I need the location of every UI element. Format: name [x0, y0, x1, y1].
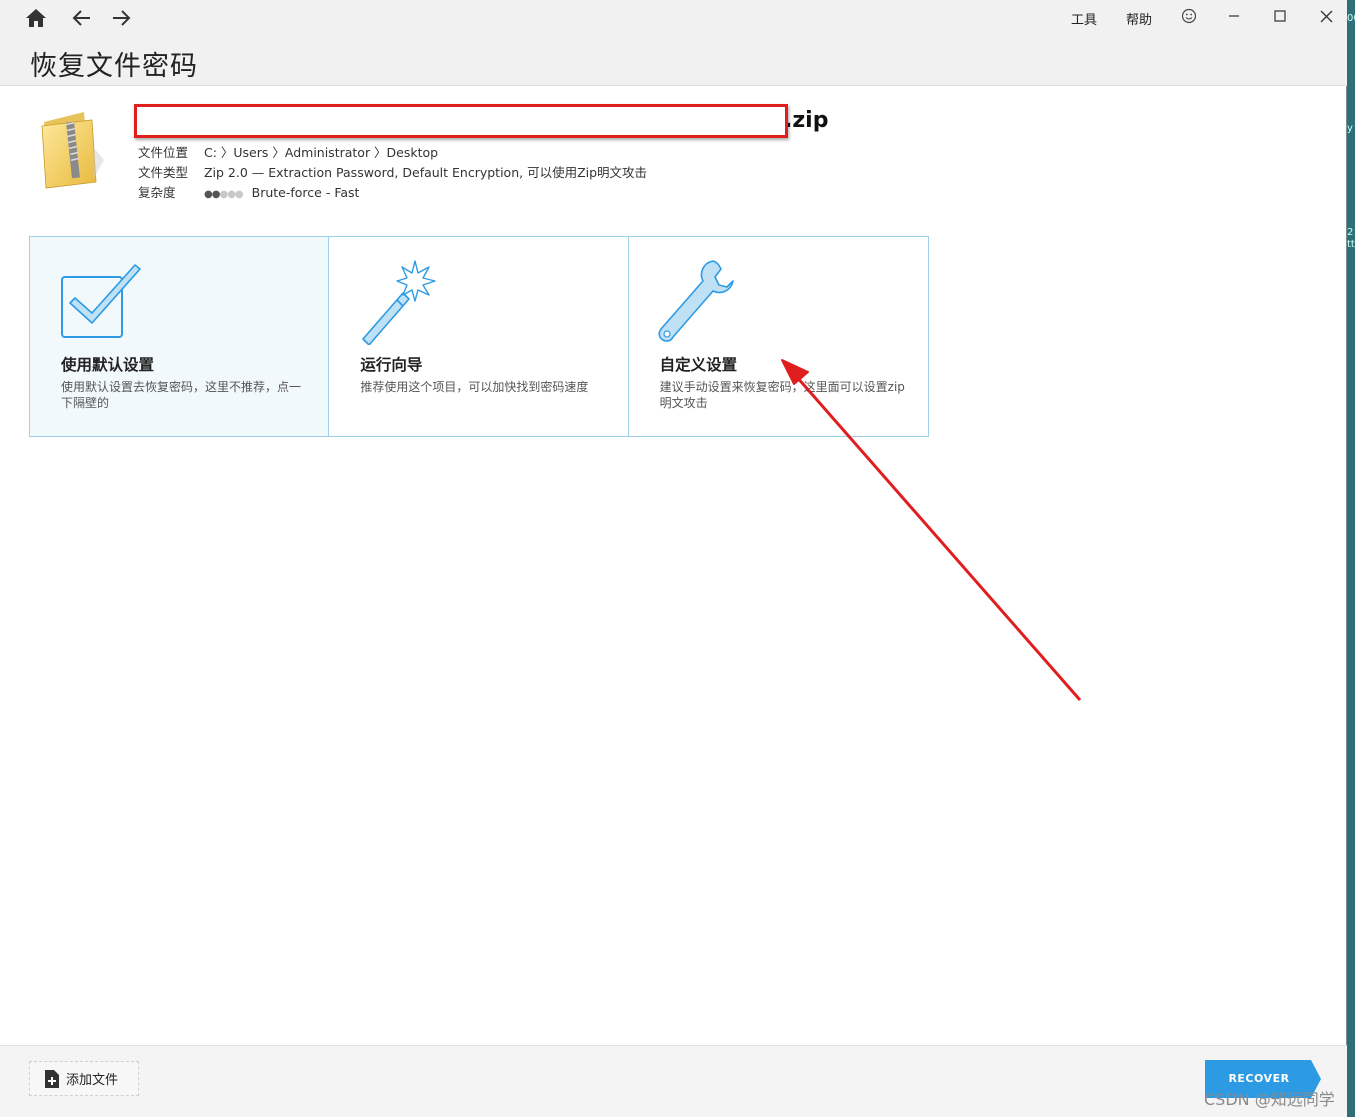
maximize-icon [1274, 10, 1286, 22]
option-title: 自定义设置 [659, 356, 738, 374]
option-custom-settings[interactable]: 自定义设置 建议手动设置来恢复密码，这里面可以设置zip明文攻击 [628, 237, 928, 436]
complexity-rating: ●●●●● [203, 189, 244, 200]
menu-tools[interactable]: 工具 [1071, 9, 1097, 28]
complexity-label: 复杂度 [138, 185, 176, 200]
smiley-icon [1181, 8, 1197, 24]
redaction-box [134, 104, 788, 138]
menu-help[interactable]: 帮助 [1126, 9, 1152, 28]
option-default-settings[interactable]: 使用默认设置 使用默认设置去恢复密码，这里不推荐，点一下隔壁的 [30, 237, 330, 436]
file-type-row: 文件类型 Zip 2.0 — Extraction Password, Defa… [138, 162, 647, 181]
file-location-label: 文件位置 [138, 145, 189, 160]
complexity-dot-empty: ● [227, 189, 236, 200]
add-file-label: 添加文件 [66, 1073, 119, 1088]
option-title: 使用默认设置 [61, 356, 155, 374]
complexity-dot-filled: ● [203, 189, 213, 200]
desktop-background: 00 y 2 tt [1347, 0, 1355, 1117]
option-description: 建议手动设置来恢复密码，这里面可以设置zip明文攻击 [659, 380, 905, 410]
magic-wand-icon [362, 260, 437, 345]
watermark: CSDN @知远同学 [1204, 1090, 1335, 1109]
minimize-icon [1229, 15, 1239, 17]
recovery-options: 使用默认设置 使用默认设置去恢复密码，这里不推荐，点一下隔壁的 运行向导 推荐使… [29, 236, 929, 437]
option-title: 运行向导 [360, 356, 423, 374]
home-icon [26, 9, 46, 27]
forward-button[interactable] [108, 6, 134, 30]
add-file-button[interactable]: 添加文件 [29, 1061, 139, 1096]
wrench-icon [658, 260, 734, 342]
checkbox-check-icon [61, 264, 141, 338]
minimize-button[interactable] [1219, 4, 1249, 28]
file-type-value: Zip 2.0 — Extraction Password, Default E… [203, 165, 648, 180]
file-info-panel: .zip 文件位置 C: 〉Users 〉Administrator 〉Desk… [0, 96, 900, 206]
file-name-row: .zip [134, 104, 854, 138]
title-bar: 恢复文件密码 工具 帮助 [0, 0, 1347, 86]
feedback-button[interactable] [1174, 4, 1204, 28]
option-description: 使用默认设置去恢复密码，这里不推荐，点一下隔壁的 [61, 380, 302, 410]
home-button[interactable] [23, 6, 49, 30]
page-title: 恢复文件密码 [30, 51, 198, 82]
back-button[interactable] [69, 6, 95, 30]
option-run-wizard[interactable]: 运行向导 推荐使用这个项目，可以加快找到密码速度 [329, 237, 629, 436]
arrow-left-icon [72, 10, 90, 26]
arrow-right-icon [113, 10, 131, 26]
add-file-icon [45, 1069, 59, 1088]
complexity-row: 复杂度 ●●●●● Brute-force - Fast [138, 182, 359, 201]
file-location-value: C: 〉Users 〉Administrator 〉Desktop [203, 145, 439, 160]
app-window: 恢复文件密码 工具 帮助 .zip 文件位置 C: 〉Users 〉Admini… [0, 0, 1347, 1117]
zip-folder-icon [41, 112, 104, 189]
close-button[interactable] [1311, 4, 1341, 28]
desktop-fragment: y [1347, 124, 1353, 134]
desktop-fragment: 00 [1347, 14, 1355, 24]
footer-bar: 添加文件 RECOVER [0, 1045, 1347, 1117]
file-type-label: 文件类型 [138, 165, 189, 180]
complexity-value: Brute-force - Fast [251, 185, 360, 200]
desktop-fragment: tt [1347, 240, 1355, 250]
option-description: 推荐使用这个项目，可以加快找到密码速度 [360, 380, 589, 394]
complexity-dot-empty: ● [234, 189, 244, 200]
file-location-row: 文件位置 C: 〉Users 〉Administrator 〉Desktop [138, 142, 438, 161]
desktop-fragment: 2 [1347, 228, 1354, 238]
file-name-extension: .zip [784, 108, 829, 133]
maximize-button[interactable] [1265, 4, 1295, 28]
close-icon [1320, 10, 1332, 22]
